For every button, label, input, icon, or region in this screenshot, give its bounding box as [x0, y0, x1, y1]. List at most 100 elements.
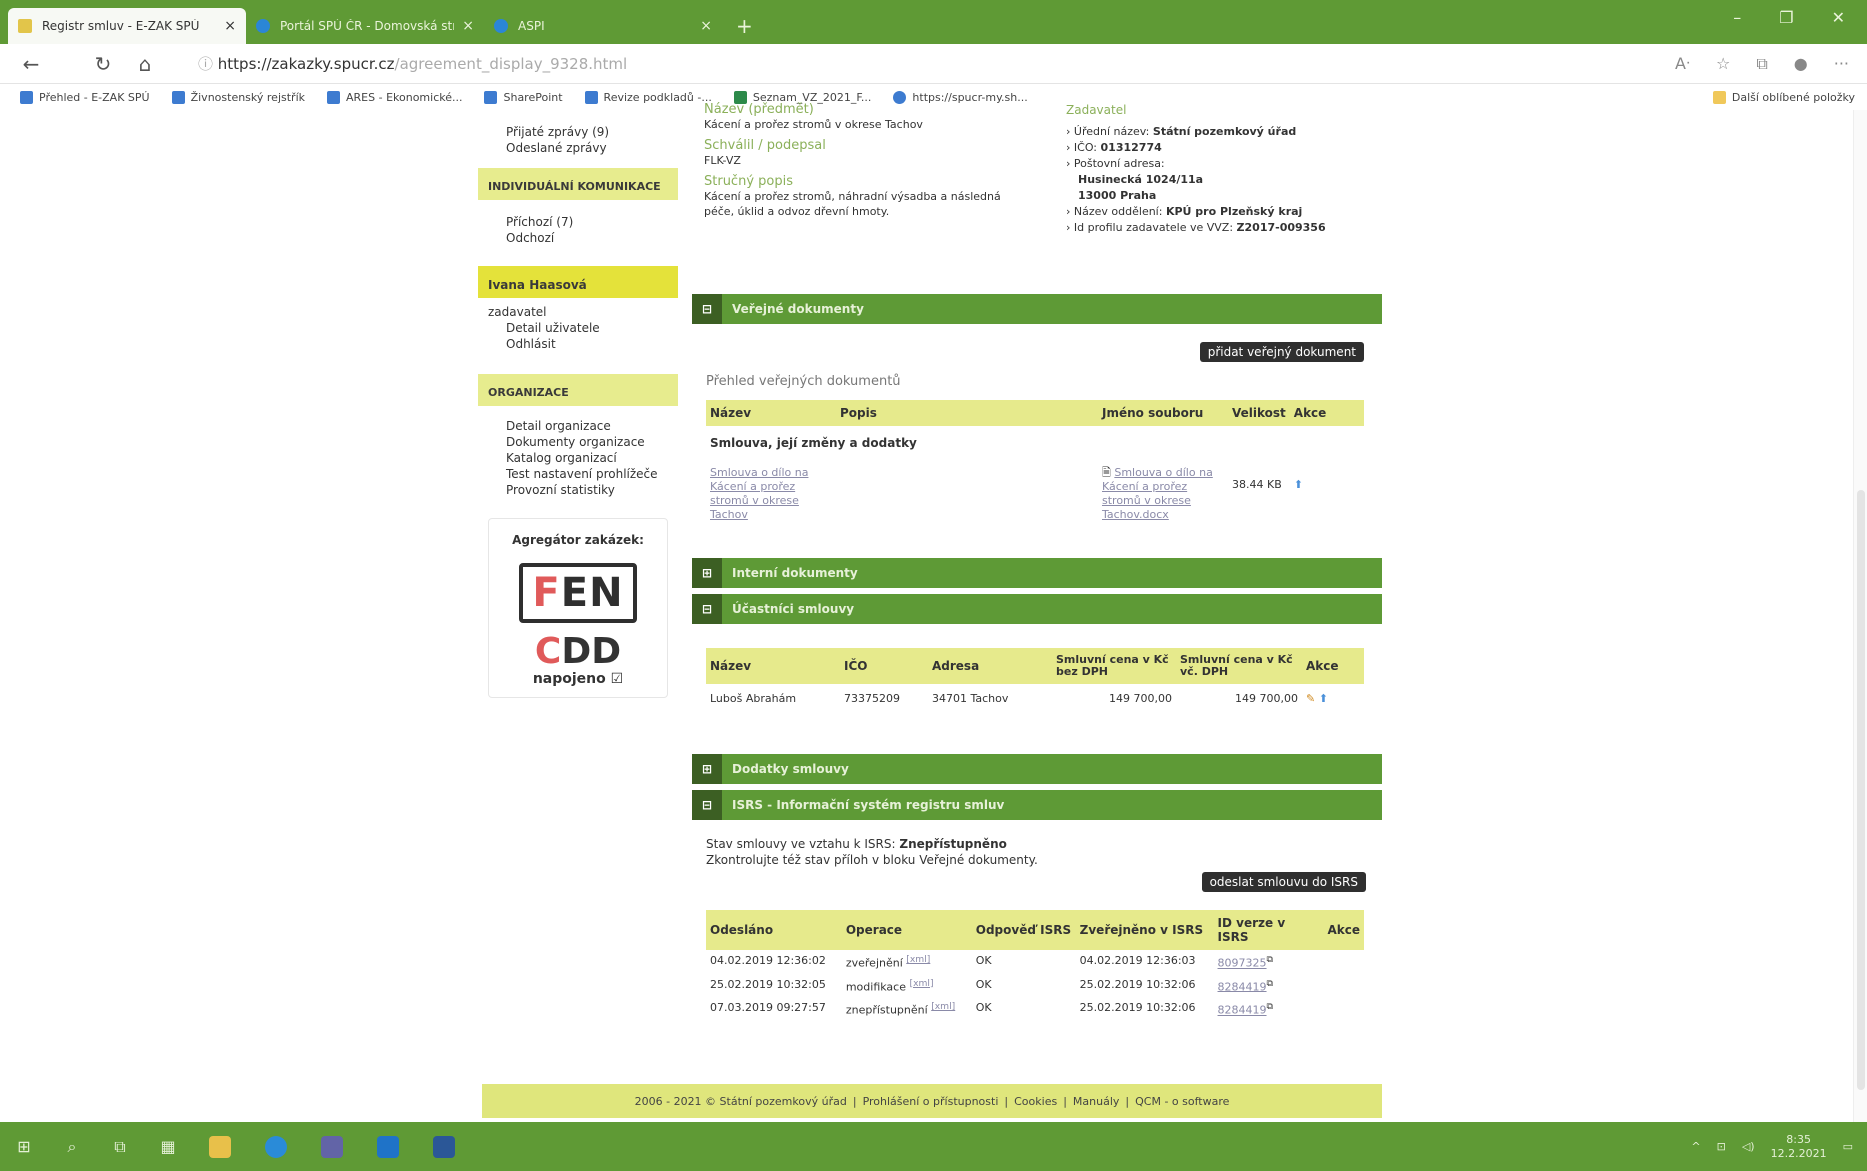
- tab-title: Registr smluv - E-ZAK SPÚ: [42, 19, 200, 33]
- other-favorites[interactable]: Další oblíbené položky: [1712, 90, 1855, 104]
- aggregator-title: Agregátor zakázek:: [512, 533, 644, 547]
- favorites-icon[interactable]: ☆: [1716, 54, 1730, 74]
- fen-logo[interactable]: FEN: [519, 563, 637, 623]
- outlook-icon[interactable]: [364, 1122, 412, 1171]
- close-icon[interactable]: ×: [224, 18, 236, 34]
- close-icon[interactable]: ×: [700, 18, 712, 34]
- task-view-icon[interactable]: ⧉: [96, 1122, 144, 1171]
- address-bar: ← ↻ ⌂ ⓘ https://zakazky.spucr.cz/agreeme…: [0, 44, 1867, 84]
- tab-portal-spu[interactable]: Portál SPÚ ČR - Domovská strán ×: [246, 8, 484, 44]
- browser-tabbar: Registr smluv - E-ZAK SPÚ × Portál SPÚ Č…: [0, 0, 1867, 44]
- edge-icon[interactable]: [252, 1122, 300, 1171]
- bookmark-item[interactable]: Revize podkladů -...: [584, 90, 712, 104]
- back-icon[interactable]: ←: [10, 52, 52, 76]
- isrs-version-link[interactable]: 8097325: [1218, 957, 1267, 970]
- add-public-document-button[interactable]: přidat veřejný dokument: [1199, 342, 1364, 362]
- new-tab-button[interactable]: +: [722, 14, 767, 44]
- page-scrollbar[interactable]: [1853, 110, 1867, 1122]
- profile-id-value: Z2017-009356: [1236, 221, 1326, 234]
- more-icon[interactable]: ···: [1834, 54, 1849, 74]
- row-actions: ✎ ⬆: [1302, 684, 1364, 709]
- section-amendments[interactable]: ⊞ Dodatky smlouvy: [692, 754, 1382, 784]
- xml-link[interactable]: [xml]: [906, 954, 930, 965]
- column-header: Odesláno: [706, 910, 842, 950]
- sidebar-item-sent[interactable]: Odeslané zprávy: [478, 140, 678, 156]
- sidebar-item-logout[interactable]: Odhlásit: [478, 336, 678, 352]
- footer-link-accessibility[interactable]: Prohlášení o přístupnosti: [863, 1095, 999, 1108]
- start-icon[interactable]: ⊞: [0, 1122, 48, 1171]
- bookmark-item[interactable]: SharePoint: [484, 90, 563, 104]
- xml-link[interactable]: [xml]: [931, 1001, 955, 1012]
- tab-registr-smluv[interactable]: Registr smluv - E-ZAK SPÚ ×: [8, 8, 246, 44]
- sidebar-item-outgoing[interactable]: Odchozí: [478, 230, 678, 246]
- clock[interactable]: 8:35 12.2.2021: [1771, 1133, 1827, 1161]
- section-public-documents[interactable]: ⊟ Veřejné dokumenty: [692, 294, 1382, 324]
- expand-icon[interactable]: ⊞: [692, 754, 722, 784]
- spu-favicon-icon: [256, 19, 270, 33]
- upload-icon[interactable]: ⬆: [1290, 454, 1364, 526]
- sidebar-item-received[interactable]: Přijaté zprávy (9): [478, 124, 678, 140]
- sidebar-item-org-docs[interactable]: Dokumenty organizace: [478, 434, 678, 450]
- edit-icon[interactable]: ✎: [1306, 692, 1315, 705]
- close-icon[interactable]: ×: [462, 18, 474, 34]
- url-field[interactable]: ⓘ https://zakazky.spucr.cz/agreement_dis…: [198, 53, 627, 74]
- sidebar-item-org-catalog[interactable]: Katalog organizací: [478, 450, 678, 466]
- collapse-icon[interactable]: ⊟: [692, 594, 722, 624]
- volume-icon[interactable]: ◁): [1742, 1140, 1755, 1153]
- restore-icon[interactable]: ❐: [1779, 8, 1793, 27]
- home-icon[interactable]: ⌂: [124, 52, 166, 76]
- price-vat: 149 700,00: [1235, 692, 1298, 705]
- network-icon[interactable]: ⊡: [1717, 1140, 1726, 1153]
- apps-grid-icon[interactable]: ▦: [144, 1122, 192, 1171]
- document-name-link[interactable]: Smlouva o dílo na Kácení a prořez stromů…: [710, 466, 808, 521]
- refresh-icon[interactable]: ↻: [82, 52, 124, 76]
- read-aloud-icon[interactable]: Aᐧ: [1675, 54, 1690, 74]
- system-tray: ^ ⊡ ◁) 8:35 12.2.2021 ▭: [1691, 1122, 1853, 1171]
- participant-name: Luboš Abrahám: [710, 692, 797, 705]
- cdd-logo[interactable]: CDD: [489, 633, 667, 671]
- xml-link[interactable]: [xml]: [910, 978, 934, 989]
- participant-address: 34701 Tachov: [932, 692, 1009, 705]
- bookmark-item[interactable]: ARES - Ekonomické...: [327, 90, 462, 104]
- footer-link-cookies[interactable]: Cookies: [1014, 1095, 1057, 1108]
- collections-icon[interactable]: ⧉: [1756, 54, 1767, 74]
- sidebar-item-org-detail[interactable]: Detail organizace: [478, 418, 678, 434]
- collapse-icon[interactable]: ⊟: [692, 294, 722, 324]
- close-window-icon[interactable]: ✕: [1832, 8, 1845, 27]
- footer-link-manuals[interactable]: Manuály: [1073, 1095, 1119, 1108]
- section-internal-documents[interactable]: ⊞ Interní dokumenty: [692, 558, 1382, 588]
- bookmark-item[interactable]: Živnostenský rejstřík: [171, 90, 305, 104]
- expand-icon[interactable]: ⊞: [692, 558, 722, 588]
- sidebar-item-statistics[interactable]: Provozní statistiky: [478, 482, 678, 498]
- file-explorer-icon[interactable]: [196, 1122, 244, 1171]
- tab-aspi[interactable]: ASPI ×: [484, 8, 722, 44]
- section-isrs[interactable]: ⊟ ISRS - Informační systém registru smlu…: [692, 790, 1382, 820]
- section-participants[interactable]: ⊟ Účastníci smlouvy: [692, 594, 1382, 624]
- search-icon[interactable]: ⌕: [48, 1122, 96, 1171]
- chevron-up-icon[interactable]: ^: [1691, 1140, 1700, 1153]
- column-header: Adresa: [928, 648, 1052, 684]
- approved-label: Schválil / podepsal: [704, 138, 826, 153]
- external-link-icon: ⧉: [1266, 1001, 1274, 1013]
- document-file-link[interactable]: Smlouva o dílo na Kácení a prořez stromů…: [1102, 466, 1213, 521]
- send-to-isrs-button[interactable]: odeslat smlouvu do ISRS: [1201, 872, 1366, 892]
- sidebar-item-incoming[interactable]: Příchozí (7): [478, 214, 678, 230]
- word-icon[interactable]: [420, 1122, 468, 1171]
- isrs-sent: 04.02.2019 12:36:02: [710, 954, 826, 967]
- scrollbar-thumb[interactable]: [1857, 490, 1865, 1090]
- address-city: 13000 Praha: [1078, 189, 1157, 202]
- profile-icon[interactable]: ●: [1794, 54, 1808, 74]
- sidebar-item-user-detail[interactable]: Detail uživatele: [478, 320, 678, 336]
- collapse-icon[interactable]: ⊟: [692, 790, 722, 820]
- teams-icon[interactable]: [308, 1122, 356, 1171]
- minimize-icon[interactable]: –: [1733, 8, 1741, 27]
- notifications-icon[interactable]: ▭: [1843, 1140, 1853, 1153]
- sidebar-item-browser-test[interactable]: Test nastavení prohlížeče: [478, 466, 678, 482]
- upload-icon[interactable]: ⬆: [1319, 692, 1328, 705]
- table-header-row: Název IČO Adresa Smluvní cena v Kč bez D…: [706, 648, 1364, 684]
- isrs-version-link[interactable]: 8284419: [1218, 1004, 1267, 1017]
- isrs-version-link[interactable]: 8284419: [1218, 980, 1267, 993]
- authority-info: Zadavatel › Úřední název: Státní pozemko…: [1066, 103, 1356, 236]
- footer-link-qcm[interactable]: QCM - o software: [1135, 1095, 1229, 1108]
- bookmark-item[interactable]: Přehled - E-ZAK SPÚ: [20, 90, 150, 104]
